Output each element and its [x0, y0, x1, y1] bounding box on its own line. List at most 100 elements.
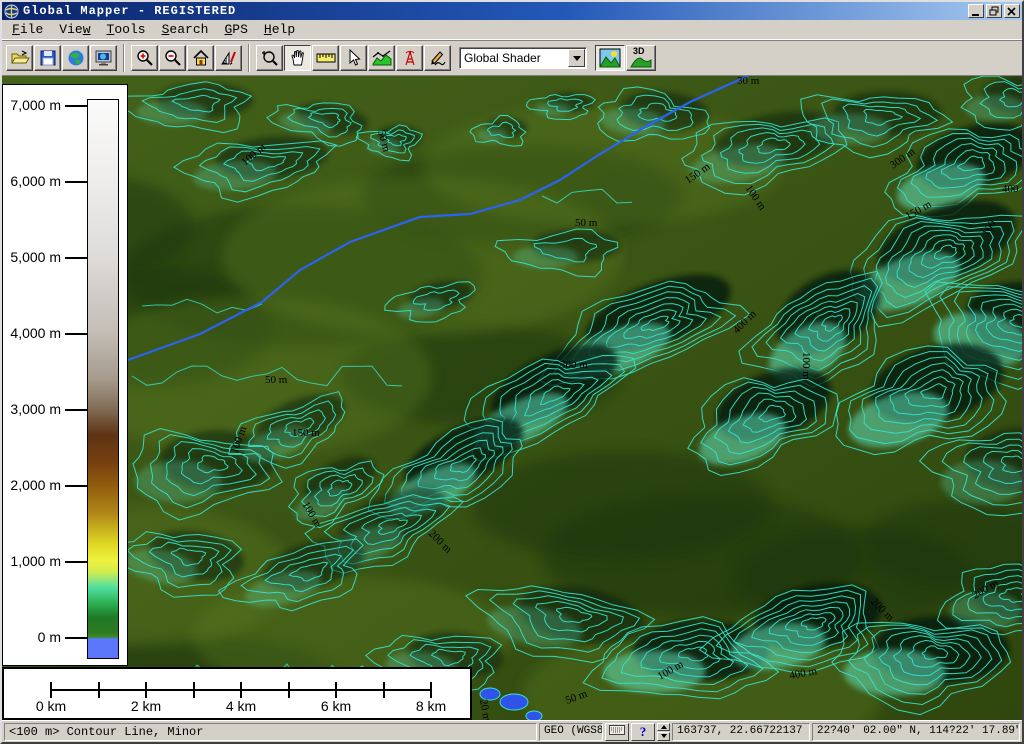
- triangle-up-icon: [661, 725, 667, 729]
- zoom-out-icon: [164, 49, 182, 67]
- picker-tool-button[interactable]: [340, 45, 367, 71]
- view-shed-icon: [402, 49, 418, 67]
- toolbar: Global Shader 3D: [2, 40, 1022, 76]
- status-coords-dms: 22?40' 02.00" N, 114?22' 17.89" E: [812, 723, 1020, 741]
- help-button[interactable]: ?: [631, 723, 655, 741]
- pan-tool-button[interactable]: [284, 45, 311, 71]
- help-icon: ?: [640, 724, 647, 740]
- path-profile-button[interactable]: [368, 45, 395, 71]
- coordinate-entry-button[interactable]: [605, 723, 629, 741]
- zoom-tool-button[interactable]: [256, 45, 283, 71]
- zoom-in-button[interactable]: [131, 45, 158, 71]
- menu-item-search[interactable]: Search: [154, 21, 217, 38]
- measure-tool-button[interactable]: [312, 45, 339, 71]
- legend-tick-label: 1,000 m: [3, 553, 61, 569]
- 3d-view-button[interactable]: 3D: [626, 45, 656, 71]
- contour-label: 50 m: [575, 217, 598, 229]
- save-icon: [39, 49, 57, 67]
- menu-item-help[interactable]: Help: [256, 21, 303, 38]
- digitizer-tool-button[interactable]: [424, 45, 451, 71]
- pan-hand-icon: [289, 49, 307, 67]
- elevation-gradient-bar: [87, 99, 119, 659]
- menu-item-view[interactable]: View: [51, 21, 98, 38]
- full-view-icon: [192, 49, 210, 67]
- zoom-in-icon: [136, 49, 154, 67]
- contour-label: 300 m: [560, 359, 588, 371]
- legend-tick-label: 5,000 m: [3, 249, 61, 265]
- measure-icon: [316, 51, 336, 65]
- window-title: Global Mapper - REGISTERED: [23, 4, 968, 18]
- scale-label: 2 km: [116, 698, 176, 714]
- shader-select[interactable]: Global Shader: [459, 47, 587, 69]
- screen-capture-icon: [94, 49, 114, 67]
- elevation-legend: 7,000 m 6,000 m 5,000 m 4,000 m 3,000 m 2,000…: [2, 84, 128, 666]
- zoom-out-button[interactable]: [159, 45, 186, 71]
- legend-tick: [65, 333, 88, 335]
- scale-tick: [430, 682, 432, 698]
- 3d-view-label: 3D: [633, 46, 645, 56]
- save-button[interactable]: [34, 45, 61, 71]
- menu-item-gps[interactable]: GPS: [216, 21, 255, 38]
- toolbar-separator: [123, 44, 125, 72]
- title-bar[interactable]: Global Mapper - REGISTERED: [2, 2, 1022, 20]
- legend-tick-label: 2,000 m: [3, 477, 61, 493]
- legend-tick-label: 3,000 m: [3, 401, 61, 417]
- scale-bar: 0 km2 km4 km6 km8 km: [2, 667, 472, 720]
- lake: [500, 694, 528, 710]
- digitizer-icon: [429, 49, 447, 67]
- combo-dropdown-button[interactable]: [568, 49, 585, 67]
- restore-button[interactable]: [986, 4, 1002, 18]
- path-profile-icon: [372, 49, 392, 67]
- open-icon: [10, 49, 30, 67]
- world-icon: [67, 49, 85, 67]
- close-button[interactable]: [1004, 4, 1020, 18]
- scale-label: 8 km: [401, 698, 461, 714]
- full-view-button[interactable]: [187, 45, 214, 71]
- open-button[interactable]: [6, 45, 33, 71]
- minimize-button[interactable]: [968, 4, 984, 18]
- status-bar: <100 m> Contour Line, Minor GEO (WGS8 ? …: [2, 720, 1022, 742]
- legend-tick-label: 0 m: [3, 629, 61, 645]
- scale-label: 6 km: [306, 698, 366, 714]
- legend-tick-label: 6,000 m: [3, 173, 61, 189]
- view-shed-button[interactable]: [396, 45, 423, 71]
- spinner-up-button[interactable]: [657, 723, 670, 732]
- lake: [526, 711, 542, 720]
- set-scale-icon: [220, 49, 238, 67]
- map-viewport[interactable]: 100 m50 m50 m30 m150 m100 m300 m400 m100…: [2, 76, 1022, 720]
- menu-bar: FileViewToolsSearchGPSHelp: [2, 20, 1022, 40]
- scale-tick: [383, 682, 385, 698]
- global-mapper-window: Global Mapper - REGISTERED FileViewTools…: [0, 0, 1024, 744]
- toolbar-separator: [248, 44, 250, 72]
- scale-label: 4 km: [211, 698, 271, 714]
- 2d-view-icon: [599, 48, 621, 68]
- set-scale-button[interactable]: [215, 45, 242, 71]
- status-projection: GEO (WGS8: [539, 723, 603, 741]
- contour-label: 400: [1002, 183, 1019, 195]
- legend-tick-label: 4,000 m: [3, 325, 61, 341]
- 2d-view-button[interactable]: [595, 45, 625, 71]
- legend-tick-label: 7,000 m: [3, 97, 61, 113]
- capture-screen-button[interactable]: [90, 45, 117, 71]
- contour-label: 30 m: [737, 76, 760, 87]
- coordinate-format-spinner[interactable]: [657, 723, 670, 741]
- legend-tick: [65, 257, 88, 259]
- spinner-down-button[interactable]: [657, 732, 670, 741]
- legend-tick: [65, 105, 88, 107]
- terrain-map[interactable]: 100 m50 m50 m30 m150 m100 m300 m400 m100…: [2, 76, 1022, 720]
- scale-tick: [50, 682, 52, 698]
- shader-select-value: Global Shader: [460, 51, 568, 65]
- lake: [480, 688, 500, 700]
- contour-label: 150 m: [292, 427, 320, 439]
- legend-tick: [65, 485, 88, 487]
- status-coords-xy: 163737, 22.66722137 ): [672, 723, 810, 741]
- legend-tick: [65, 409, 88, 411]
- menu-item-file[interactable]: File: [4, 21, 51, 38]
- keyboard-icon: [609, 725, 625, 739]
- contour-label: 50 m: [265, 374, 288, 386]
- triangle-down-icon: [661, 734, 667, 738]
- scale-tick: [145, 682, 147, 698]
- overlay-center-button[interactable]: [62, 45, 89, 71]
- legend-tick: [65, 181, 88, 183]
- menu-item-tools[interactable]: Tools: [99, 21, 154, 38]
